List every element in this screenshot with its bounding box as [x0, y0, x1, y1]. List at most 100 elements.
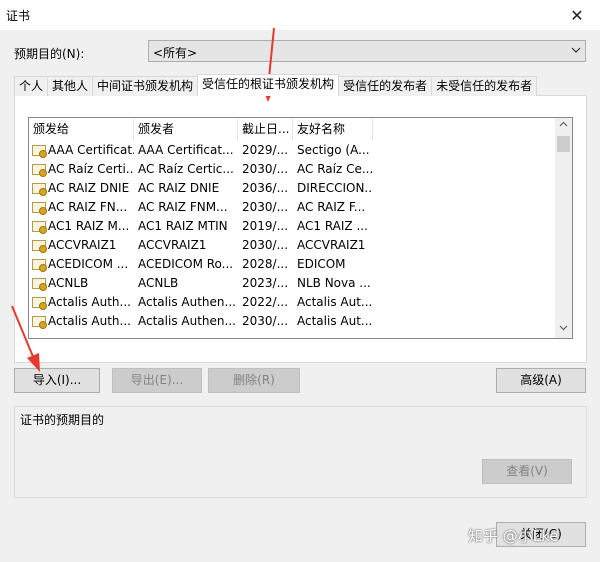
- cell-friendly-name: AC RAIZ F...: [297, 200, 366, 214]
- cell-issued-to: ACEDICOM ...: [29, 255, 134, 274]
- cell-text: ACCVRAIZ1: [48, 238, 117, 252]
- tab-strip: 个人 其他人 中间证书颁发机构 受信任的根证书颁发机构 受信任的发布者 未受信任…: [14, 74, 538, 96]
- certificate-icon: [32, 297, 47, 310]
- close-window-button[interactable]: ✕: [554, 0, 600, 30]
- scroll-up-icon[interactable]: [555, 118, 572, 135]
- cell-issued-by: ACEDICOM Ro...: [138, 257, 234, 271]
- cell-text: Actalis Auth...: [48, 314, 131, 328]
- cell-friendly-name: NLB Nova ...: [297, 276, 371, 290]
- cell-issued-by: AC RAIZ DNIE: [138, 181, 220, 195]
- certificate-icon: [32, 221, 47, 234]
- cell-expiration: 2019/...: [242, 219, 289, 233]
- table-row[interactable]: AC Raíz Certi... AC Raíz Certic... 2030/..…: [29, 160, 556, 179]
- cell-issued-to: ACCVRAIZ1: [29, 236, 134, 255]
- list-body: AAA Certificat... AAA Certificat... 2029/.…: [29, 141, 556, 331]
- cell-text: AC RAIZ FN...: [48, 200, 128, 214]
- close-icon: ✕: [570, 5, 584, 25]
- certificate-icon: [32, 240, 47, 253]
- column-friendly-name[interactable]: 友好名称: [293, 118, 373, 140]
- title-bar: 证书 ✕: [0, 0, 600, 30]
- purpose-label: 预期目的(N):: [14, 47, 85, 61]
- advanced-button[interactable]: 高级(A): [496, 368, 586, 393]
- column-issued-to[interactable]: 颁发给: [29, 118, 134, 140]
- cell-expiration: 2036/...: [242, 181, 289, 195]
- scroll-down-icon[interactable]: [555, 321, 572, 338]
- cell-issued-to: Actalis Auth...: [29, 312, 134, 331]
- cell-issued-by: AC Raíz Certic...: [138, 162, 234, 176]
- purpose-selected-value: <所有>: [153, 46, 198, 60]
- cell-expiration: 2028/...: [242, 257, 289, 271]
- list-header: 颁发给 颁发者 截止日... 友好名称: [29, 118, 556, 140]
- purpose-dropdown[interactable]: <所有>: [148, 40, 586, 62]
- intended-purposes-label: 证书的预期目的: [20, 413, 105, 427]
- cell-text: Actalis Auth...: [48, 295, 131, 309]
- cell-text: ACEDICOM ...: [48, 257, 129, 271]
- certificate-list[interactable]: 颁发给 颁发者 截止日... 友好名称 AAA Certificat... AAA…: [28, 117, 573, 339]
- certificate-icon: [32, 259, 47, 272]
- cell-issued-by: ACCVRAIZ1: [138, 238, 207, 252]
- certificate-icon: [32, 202, 47, 215]
- tab-trusted-root-ca[interactable]: 受信任的根证书颁发机构: [197, 74, 340, 96]
- cell-issued-to: AC RAIZ FN...: [29, 198, 134, 217]
- vertical-scrollbar[interactable]: [555, 118, 572, 338]
- view-button[interactable]: 查看(V): [482, 459, 572, 484]
- certificate-icon: [32, 278, 47, 291]
- cell-expiration: 2023/...: [242, 276, 289, 290]
- cell-text: ACNLB: [48, 276, 89, 290]
- watermark: 知乎 @小Lke: [468, 527, 559, 545]
- tab-trusted-publishers[interactable]: 受信任的发布者: [338, 76, 433, 96]
- tab-intermediate-ca[interactable]: 中间证书颁发机构: [92, 76, 199, 96]
- cell-issued-by: ACNLB: [138, 276, 179, 290]
- certificate-icon: [32, 316, 47, 329]
- cell-text: AC RAIZ DNIE: [48, 181, 130, 195]
- cell-expiration: 2030/...: [242, 238, 289, 252]
- cell-text: AC1 RAIZ M...: [48, 219, 130, 233]
- cell-issued-by: Actalis Authen...: [138, 295, 236, 309]
- certificate-icon: [32, 164, 47, 177]
- column-issued-by[interactable]: 颁发者: [134, 118, 238, 140]
- tab-personal[interactable]: 个人: [14, 76, 49, 96]
- cell-issued-by: Actalis Authen...: [138, 314, 236, 328]
- cell-text: AAA Certificat...: [48, 143, 134, 157]
- cell-issued-to: AAA Certificat...: [29, 141, 134, 160]
- cell-expiration: 2029/...: [242, 143, 289, 157]
- cell-issued-to: AC RAIZ DNIE: [29, 179, 134, 198]
- table-row[interactable]: AC RAIZ DNIE AC RAIZ DNIE 2036/... DIRECCIO…: [29, 179, 556, 198]
- cell-expiration: 2030/...: [242, 162, 289, 176]
- table-row[interactable]: AC RAIZ FN... AC RAIZ FNM... 2030/... AC RA…: [29, 198, 556, 217]
- cell-issued-to: AC1 RAIZ M...: [29, 217, 134, 236]
- chevron-down-icon: [571, 43, 581, 60]
- table-row[interactable]: Actalis Auth... Actalis Authen... 2022/...…: [29, 293, 556, 312]
- cell-issued-to: AC Raíz Certi...: [29, 160, 134, 179]
- cell-issued-by: AC1 RAIZ MTIN: [138, 219, 228, 233]
- remove-button[interactable]: 删除(R): [208, 368, 300, 393]
- cell-friendly-name: Actalis Aut...: [297, 295, 373, 309]
- import-button[interactable]: 导入(I)...: [14, 368, 100, 393]
- table-row[interactable]: AAA Certificat... AAA Certificat... 2029/.…: [29, 141, 556, 160]
- cell-friendly-name: EDICOM: [297, 257, 346, 271]
- cell-friendly-name: ACCVRAIZ1: [297, 238, 366, 252]
- cell-friendly-name: Sectigo (A...: [297, 143, 370, 157]
- cell-expiration: 2030/...: [242, 314, 289, 328]
- certificate-icon: [32, 145, 47, 158]
- tab-untrusted-publishers[interactable]: 未受信任的发布者: [431, 76, 538, 96]
- certificate-icon: [32, 183, 47, 196]
- cell-expiration: 2030/...: [242, 200, 289, 214]
- cell-issued-to: ACNLB: [29, 274, 134, 293]
- table-row[interactable]: AC1 RAIZ M... AC1 RAIZ MTIN 2019/... AC1 RA…: [29, 217, 556, 236]
- scroll-thumb[interactable]: [557, 136, 570, 152]
- tab-other-people[interactable]: 其他人: [47, 76, 94, 96]
- export-button[interactable]: 导出(E)...: [112, 368, 202, 393]
- table-row[interactable]: ACNLB ACNLB 2023/... NLB Nova ...: [29, 274, 556, 293]
- cell-issued-to: Actalis Auth...: [29, 293, 134, 312]
- cell-friendly-name: AC Raíz Ce...: [297, 162, 373, 176]
- cell-issued-by: AC RAIZ FNM...: [138, 200, 228, 214]
- window-title: 证书: [6, 9, 31, 23]
- table-row[interactable]: ACEDICOM ... ACEDICOM Ro... 2028/... EDICOM: [29, 255, 556, 274]
- table-row[interactable]: Actalis Auth... Actalis Authen... 2030/...…: [29, 312, 556, 331]
- column-expiration[interactable]: 截止日...: [238, 118, 293, 140]
- cell-friendly-name: Actalis Aut...: [297, 314, 373, 328]
- table-row[interactable]: ACCVRAIZ1 ACCVRAIZ1 2030/... ACCVRAIZ1: [29, 236, 556, 255]
- cell-text: AC Raíz Certi...: [48, 162, 134, 176]
- cell-friendly-name: DIRECCION...: [297, 181, 373, 195]
